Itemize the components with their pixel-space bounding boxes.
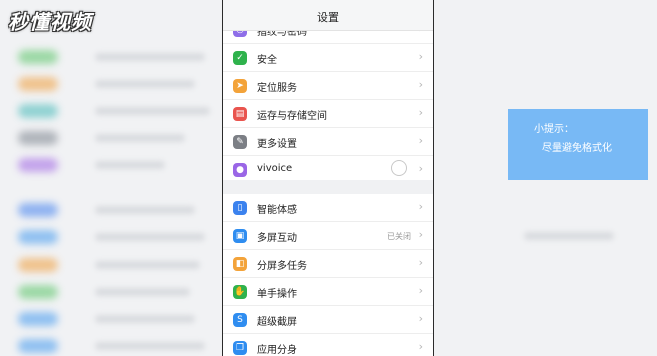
settings-item-label: 超级截屏 (257, 317, 297, 328)
settings-header: 设置 (223, 0, 433, 31)
phone-sensor-icon: ▯ (233, 201, 247, 215)
section-divider (223, 180, 433, 194)
storage-icon: ▤ (233, 107, 247, 121)
settings-group-security: ◎ 指纹与密码 › ✓ 安全 › ➤ 定位服务 › ▤ 运存与存储空间 › ✎ … (223, 16, 433, 183)
tip-text: 尽量避免格式化 (542, 143, 612, 154)
settings-item-label: 单手操作 (257, 289, 297, 300)
chevron-right-icon: › (418, 50, 423, 63)
chevron-right-icon: › (418, 200, 423, 213)
watermark-logo: 秒懂视频 (8, 10, 92, 34)
settings-item-smart-motion[interactable]: ▯ 智能体感 › (223, 194, 433, 222)
settings-item-label: vivoice (257, 163, 293, 174)
settings-item-app-clone[interactable]: ❐ 应用分身 › (223, 334, 433, 356)
settings-item-vivoice[interactable]: ● vivoice › (223, 156, 433, 183)
chevron-right-icon: › (418, 78, 423, 91)
settings-item-more-settings[interactable]: ✎ 更多设置 › (223, 128, 433, 156)
chevron-right-icon: › (418, 340, 423, 353)
settings-item-storage[interactable]: ▤ 运存与存储空间 › (223, 100, 433, 128)
settings-item-label: 更多设置 (257, 139, 297, 150)
settings-item-label: 分屏多任务 (257, 261, 307, 272)
chevron-right-icon: › (418, 256, 423, 269)
page-title: 设置 (317, 11, 339, 24)
touch-indicator-circle (391, 160, 407, 176)
tip-title: 小提示： (534, 124, 574, 135)
screenshot-icon: S (233, 313, 247, 327)
settings-item-label: 应用分身 (257, 345, 297, 356)
status-text: 已关闭 (387, 232, 411, 241)
settings-item-multi-screen[interactable]: ▣ 多屏互动 已关闭 › (223, 222, 433, 250)
settings-item-label: 安全 (257, 55, 277, 66)
settings-group-features: ▯ 智能体感 › ▣ 多屏互动 已关闭 › ◧ 分屏多任务 › ✋ 单手操作 ›… (223, 194, 433, 356)
chevron-right-icon: › (418, 284, 423, 297)
tip-box: 小提示： 尽量避免格式化 (508, 109, 648, 180)
settings-item-one-hand[interactable]: ✋ 单手操作 › (223, 278, 433, 306)
settings-item-label: 智能体感 (257, 205, 297, 216)
settings-item-label: 多屏互动 (257, 233, 297, 244)
wrench-icon: ✎ (233, 135, 247, 149)
app-clone-icon: ❐ (233, 341, 247, 355)
microphone-icon: ● (233, 163, 247, 177)
settings-item-label: 运存与存储空间 (257, 111, 327, 122)
blurred-background-left (0, 0, 222, 356)
chevron-right-icon: › (418, 106, 423, 119)
settings-item-super-screenshot[interactable]: S 超级截屏 › (223, 306, 433, 334)
settings-screen: 设置 ◎ 指纹与密码 › ✓ 安全 › ➤ 定位服务 › ▤ 运存与存储空间 ›… (222, 0, 434, 356)
chevron-right-icon: › (418, 134, 423, 147)
chevron-right-icon: › (418, 228, 423, 241)
chevron-right-icon: › (418, 162, 423, 175)
settings-item-security[interactable]: ✓ 安全 › (223, 44, 433, 72)
settings-item-location[interactable]: ➤ 定位服务 › (223, 72, 433, 100)
split-screen-icon: ◧ (233, 257, 247, 271)
settings-item-split-screen[interactable]: ◧ 分屏多任务 › (223, 250, 433, 278)
settings-item-label: 定位服务 (257, 83, 297, 94)
chevron-right-icon: › (418, 312, 423, 325)
location-arrow-icon: ➤ (233, 79, 247, 93)
shield-icon: ✓ (233, 51, 247, 65)
multi-screen-icon: ▣ (233, 229, 247, 243)
one-hand-icon: ✋ (233, 285, 247, 299)
